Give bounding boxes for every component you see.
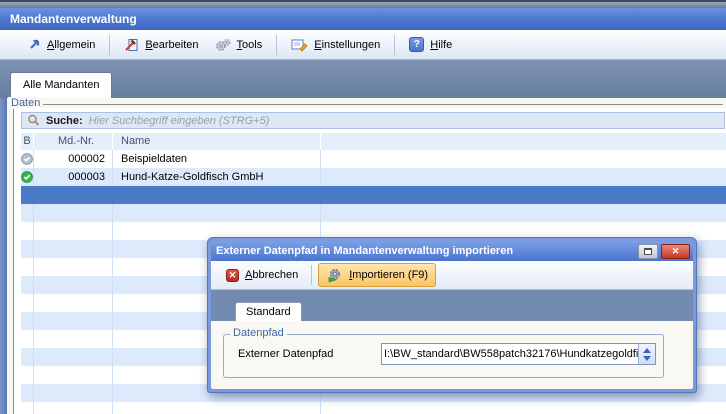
status-check-green-icon	[21, 171, 33, 183]
import-button[interactable]: Importieren (F9)	[318, 263, 436, 287]
dialog-tab-strip: Standard	[211, 290, 693, 321]
dialog-title: Externer Datenpfad in Mandantenverwaltun…	[216, 245, 635, 257]
externer-datenpfad-input[interactable]: I:\BW_standard\BW558patch32176\Hundkatze…	[381, 343, 656, 365]
window-left-edge	[0, 98, 7, 414]
datenpfad-groupbox-label: Datenpfad	[230, 327, 287, 339]
search-icon	[27, 114, 40, 127]
app-title: Mandantenverwaltung	[10, 12, 137, 26]
column-header-b[interactable]: B	[21, 133, 34, 150]
help-icon: ?	[409, 37, 424, 52]
tab-alle-mandanten[interactable]: Alle Mandanten	[10, 72, 112, 98]
toolbar-item-bearbeiten[interactable]: Bearbeiten	[116, 35, 206, 55]
search-input[interactable]	[89, 115, 724, 127]
import-label: Importieren (F9)	[349, 269, 428, 281]
toolbar-item-tools[interactable]: Tools	[207, 35, 271, 55]
dialog-toolbar: ✕ Abbrechen Importieren (F9)	[211, 261, 693, 290]
toolbar-label: Einstellungen	[314, 39, 380, 51]
toolbar-separator	[394, 35, 395, 55]
table-row[interactable]: 000003Hund-Katze-Goldfisch GmbH	[21, 168, 726, 186]
tab-strip: Alle Mandanten	[0, 60, 726, 98]
close-button[interactable]: ✕	[661, 244, 690, 259]
tab-standard[interactable]: Standard	[235, 302, 302, 321]
toolbar-label: Bearbeiten	[145, 39, 198, 51]
close-icon: ✕	[672, 246, 680, 257]
table-row[interactable]: 000002Beispieldaten	[21, 150, 726, 168]
path-value: I:\BW_standard\BW558patch32176\Hundkatze…	[382, 348, 638, 360]
spinner-down-icon	[643, 356, 651, 361]
toolbar-separator	[276, 35, 277, 55]
cell-mdnr[interactable]: 000003	[34, 168, 113, 186]
toolbar-item-einstellungen[interactable]: Einstellungen	[283, 35, 388, 55]
toolbar-item-allgemein[interactable]: Allgemein	[20, 35, 103, 54]
cell-mdnr[interactable]: 000002	[34, 150, 113, 168]
search-bar[interactable]: Suche:	[21, 112, 725, 129]
cancel-x-icon: ✕	[226, 269, 239, 282]
restore-icon	[644, 248, 652, 255]
import-dialog: Externer Datenpfad in Mandantenverwaltun…	[207, 237, 697, 393]
toolbar-label: Hilfe	[430, 39, 452, 51]
form-pencil-icon	[291, 38, 308, 52]
spinner-up-icon	[643, 348, 651, 353]
column-header-name[interactable]: Name	[113, 133, 321, 150]
cancel-button[interactable]: ✕ Abbrechen	[219, 266, 305, 285]
cell-name[interactable]: Hund-Katze-Goldfisch GmbH	[113, 168, 321, 186]
dialog-titlebar: Externer Datenpfad in Mandantenverwaltun…	[211, 241, 693, 261]
column-header-mdnr[interactable]: Md.-Nr.	[34, 133, 113, 150]
toolbar-label: Allgemein	[47, 39, 95, 51]
app-window: Mandantenverwaltung Allgemein Bearbeiten	[0, 0, 726, 414]
toolbar-label: Tools	[237, 39, 263, 51]
cancel-label: Abbrechen	[245, 269, 298, 281]
status-check-gray-icon	[21, 153, 33, 165]
restore-button[interactable]	[638, 244, 658, 259]
datenpfad-groupbox: Datenpfad Externer Datenpfad I:\BW_stand…	[223, 334, 664, 378]
table-row[interactable]	[21, 204, 726, 222]
app-titlebar: Mandantenverwaltung	[0, 8, 726, 30]
edit-page-hammer-icon	[124, 38, 139, 52]
column-header-rest[interactable]	[321, 133, 726, 150]
toolbar-separator	[109, 35, 110, 55]
search-label: Suche:	[46, 115, 83, 127]
table-row[interactable]	[21, 402, 726, 414]
window-top-edge	[0, 0, 726, 8]
toolbar-item-hilfe[interactable]: ? Hilfe	[401, 34, 460, 55]
arrow-up-right-icon	[28, 38, 41, 51]
dialog-panel: Datenpfad Externer Datenpfad I:\BW_stand…	[211, 321, 693, 389]
cell-name[interactable]: Beispieldaten	[113, 150, 321, 168]
path-spinner[interactable]	[638, 344, 655, 364]
table-row-selected[interactable]	[21, 186, 726, 204]
main-toolbar: Allgemein Bearbeiten Tools	[0, 30, 726, 60]
externer-datenpfad-label: Externer Datenpfad	[238, 348, 333, 360]
table-header: B Md.-Nr. Name	[21, 133, 726, 150]
toolbar-separator	[311, 265, 312, 285]
import-gear-icon	[326, 267, 343, 283]
gears-icon	[215, 38, 231, 52]
